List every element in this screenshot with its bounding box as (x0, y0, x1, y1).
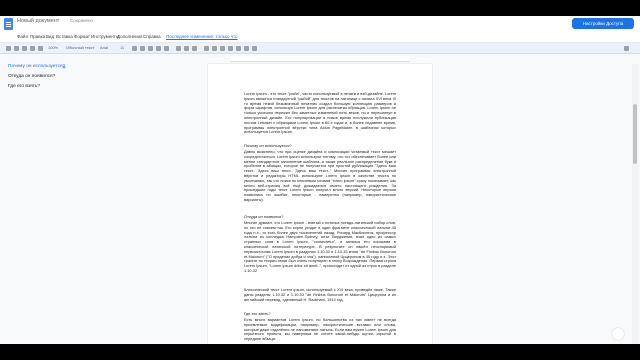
outline-item-where-get[interactable]: Где его взять? (8, 84, 40, 89)
numbered-list-icon[interactable] (220, 46, 225, 51)
font-select[interactable]: Arial (100, 45, 108, 50)
menu-bar: Файл Правка Вид Вставка Формат Инструмен… (0, 32, 640, 42)
paragraph-classic-text[interactable]: Классический текст Lorem Ipsum, использу… (244, 288, 396, 307)
scrollbar-thumb[interactable] (633, 104, 637, 164)
outline-item-why-used[interactable]: Почему он используется? (8, 64, 65, 69)
heading-where-from[interactable]: Откуда он появился? (244, 214, 283, 219)
menu-help[interactable]: Справка (143, 34, 161, 39)
indent-increase-icon[interactable] (244, 46, 249, 51)
share-button[interactable]: Настройки Доступа (572, 18, 634, 29)
highlight-icon[interactable] (164, 46, 169, 51)
screen: Новый документ Сохранено Настройки Досту… (0, 0, 640, 360)
menu-tools[interactable]: Инструменты (91, 34, 119, 39)
collapse-menus-icon[interactable] (624, 46, 629, 51)
paragraph-why-used[interactable]: Давно выяснено, что при оценке дизайна и… (244, 150, 396, 208)
paint-format-icon[interactable] (38, 46, 43, 51)
italic-icon[interactable] (140, 46, 145, 51)
document-page[interactable]: Lorem Ipsum - это текст-"рыба", часто ис… (208, 64, 432, 344)
close-outline-icon[interactable]: ✕ (62, 65, 66, 71)
heading-where-get[interactable]: Где его взять? (244, 311, 271, 316)
menu-file[interactable]: Файл (17, 34, 28, 39)
paragraph-intro[interactable]: Lorem Ipsum - это текст-"рыба", часто ис… (244, 92, 396, 140)
redo-icon[interactable] (14, 46, 19, 51)
bold-icon[interactable] (132, 46, 137, 51)
spellcheck-icon[interactable] (30, 46, 35, 51)
comment-icon[interactable] (184, 46, 189, 51)
outline-item-where-from[interactable]: Откуда он появился? (8, 74, 55, 79)
menu-view[interactable]: Вид (46, 34, 54, 39)
menu-insert[interactable]: Вставка (56, 34, 73, 39)
indent-decrease-icon[interactable] (236, 46, 241, 51)
toolbar: 100% Обычный текст Arial 11 (0, 42, 640, 54)
font-size-select[interactable]: 11 (120, 45, 124, 50)
ruler[interactable] (230, 56, 410, 62)
docs-logo-icon[interactable] (4, 18, 13, 30)
menu-addons[interactable]: Дополнения (117, 34, 143, 39)
underline-icon[interactable] (148, 46, 153, 51)
print-icon[interactable] (22, 46, 27, 51)
explore-icon[interactable] (612, 328, 624, 340)
vertical-scrollbar[interactable] (632, 64, 638, 344)
title-bar: Новый документ Сохранено Настройки Досту… (0, 16, 640, 32)
paragraph-where-from[interactable]: Многие думают, что Lorem Ipsum - взятый … (244, 221, 396, 284)
text-color-icon[interactable] (156, 46, 161, 51)
outline-item-label: Где его взять? (8, 84, 41, 89)
last-edit-link[interactable]: Последнее изменение: только что (166, 34, 238, 39)
save-status: Сохранено (70, 18, 93, 23)
align-icon[interactable] (204, 46, 209, 51)
document-title[interactable]: Новый документ (17, 18, 59, 24)
clear-format-icon[interactable] (252, 46, 257, 51)
undo-icon[interactable] (6, 46, 11, 51)
paragraph-style-select[interactable]: Обычный текст (66, 45, 94, 50)
link-icon[interactable] (176, 46, 181, 51)
bulleted-list-icon[interactable] (228, 46, 233, 51)
image-icon[interactable] (192, 46, 197, 51)
outline-item-label: Откуда он появился? (8, 74, 56, 79)
menu-edit[interactable]: Правка (30, 34, 45, 39)
docs-app-window: Новый документ Сохранено Настройки Досту… (0, 16, 640, 344)
zoom-select[interactable]: 100% (48, 45, 58, 50)
line-spacing-icon[interactable] (212, 46, 217, 51)
heading-why-used[interactable]: Почему он используется? (244, 143, 292, 148)
outline-item-label: Почему он используется? (8, 64, 66, 69)
paragraph-where-get[interactable]: Есть много вариантов Lorem Ipsum, но бол… (244, 318, 396, 342)
menu-format[interactable]: Формат (74, 34, 90, 39)
